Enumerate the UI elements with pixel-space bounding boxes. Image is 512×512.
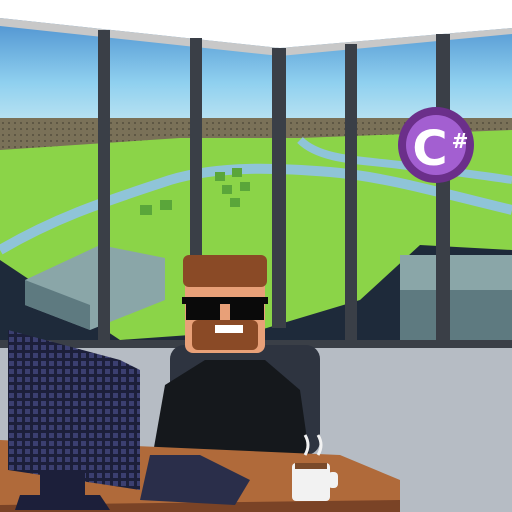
badge-letter: C — [412, 121, 447, 177]
beard — [192, 320, 258, 350]
csharp-logo-icon: C # — [398, 107, 474, 183]
mouth — [215, 325, 243, 333]
hair — [183, 255, 267, 287]
badge-symbol: # — [452, 129, 469, 153]
office-scene: C # — [0, 0, 512, 512]
